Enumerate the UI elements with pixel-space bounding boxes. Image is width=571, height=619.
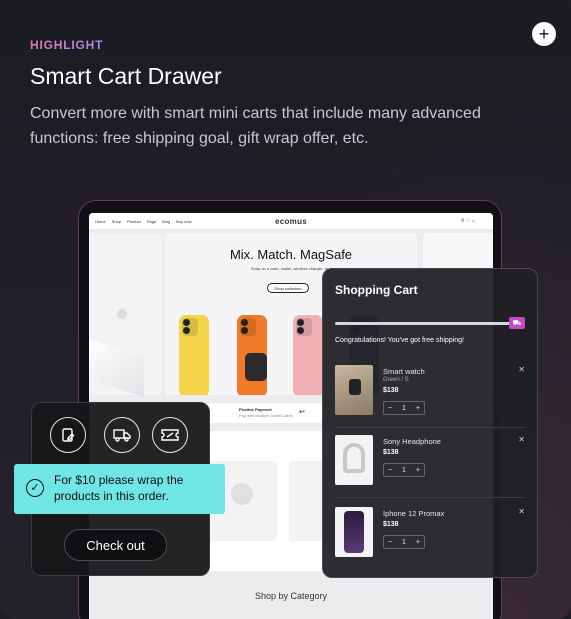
qty-value: 1 (402, 466, 406, 474)
qty-value: 1 (402, 404, 406, 412)
free-shipping-message: Congratulations! You've got free shippin… (335, 337, 464, 344)
hero-side-left (89, 233, 161, 397)
plus-icon[interactable]: + (416, 467, 420, 474)
eyebrow-label: HIGHLIGHT (30, 38, 104, 52)
item-price: $138 (383, 449, 399, 456)
minus-icon[interactable]: − (388, 405, 392, 412)
plus-icon[interactable]: + (416, 405, 420, 412)
checkout-button[interactable]: Check out (64, 529, 167, 561)
quantity-stepper[interactable]: − 1 + (383, 535, 425, 549)
qty-value: 1 (402, 538, 406, 546)
divider (335, 497, 525, 498)
item-name: Sony Headphone (383, 437, 441, 446)
quantity-stepper[interactable]: − 1 + (383, 401, 425, 415)
phone-pink-image (293, 315, 323, 395)
card-title: Smart Cart Drawer (30, 63, 222, 89)
minus-icon[interactable]: − (388, 539, 392, 546)
hero-title: Mix. Match. MagSafe (229, 247, 353, 262)
charger-image (117, 309, 127, 319)
shipping-truck-icon: ⛟ (509, 317, 525, 329)
nav-item[interactable]: Shop (112, 219, 121, 224)
divider (335, 427, 525, 428)
item-variant: Green / S (383, 377, 409, 383)
nav-item[interactable]: Home (95, 219, 106, 224)
remove-icon[interactable]: ✕ (518, 365, 525, 374)
return-icon: ↩ (299, 409, 305, 416)
gift-wrap-offer[interactable]: ✓ For $10 please wrap the products in th… (14, 464, 225, 514)
nav-icons[interactable]: ⚲ ♡ ⌂ (461, 218, 475, 224)
feature-card: + HIGHLIGHT Smart Cart Drawer Convert mo… (0, 0, 571, 619)
gift-wrap-text: For $10 please wrap the products in this… (54, 473, 184, 503)
iphone-image (335, 507, 373, 557)
remove-icon[interactable]: ✕ (518, 507, 525, 516)
shopping-cart-drawer: Shopping Cart ⛟ Congratulations! You've … (322, 268, 538, 578)
cart-item: Iphone 12 Promax $138 − 1 + ✕ (335, 507, 525, 569)
quantity-stepper[interactable]: − 1 + (383, 463, 425, 477)
edit-note-icon[interactable] (50, 417, 86, 453)
plus-icon[interactable]: + (416, 539, 420, 546)
free-shipping-progress (335, 322, 511, 325)
feature-title: Flexible Payment (239, 407, 272, 412)
phone-orange-image (237, 315, 267, 395)
item-name: Smart watch (383, 367, 425, 376)
card-description: Convert more with smart mini carts that … (30, 105, 481, 147)
check-icon: ✓ (26, 479, 44, 497)
smart-watch-image (335, 365, 373, 415)
cart-item: Sony Headphone $138 − 1 + ✕ (335, 435, 525, 497)
phone-yellow-image (179, 315, 209, 395)
shop-by-category: Shop by Category (254, 591, 328, 601)
charger-stand-image (89, 339, 144, 397)
cart-item: Smart watch Green / S $138 − 1 + ✕ (335, 365, 525, 427)
coupon-icon[interactable] (152, 417, 188, 453)
item-price: $138 (383, 521, 399, 528)
remove-icon[interactable]: ✕ (518, 435, 525, 444)
store-nav: Home Shop Product Page Blog Buy now ecom… (89, 213, 493, 229)
cart-title: Shopping Cart (335, 283, 418, 297)
item-name: Iphone 12 Promax (383, 509, 445, 518)
store-logo[interactable]: ecomus (275, 217, 307, 226)
headphone-image (335, 435, 373, 485)
item-price: $138 (383, 387, 399, 394)
nav-item[interactable]: Product (127, 219, 141, 224)
plus-icon[interactable]: + (532, 22, 556, 46)
feature-subtitle: Pay with Multiple Credit Cards (239, 413, 293, 418)
shipping-truck-icon[interactable] (104, 417, 140, 453)
minus-icon[interactable]: − (388, 467, 392, 474)
nav-item[interactable]: Page (147, 219, 156, 224)
nav-item[interactable]: Blog (162, 219, 170, 224)
hero-shop-button[interactable]: Shop collection (267, 283, 309, 293)
nav-item[interactable]: Buy now (176, 219, 191, 224)
